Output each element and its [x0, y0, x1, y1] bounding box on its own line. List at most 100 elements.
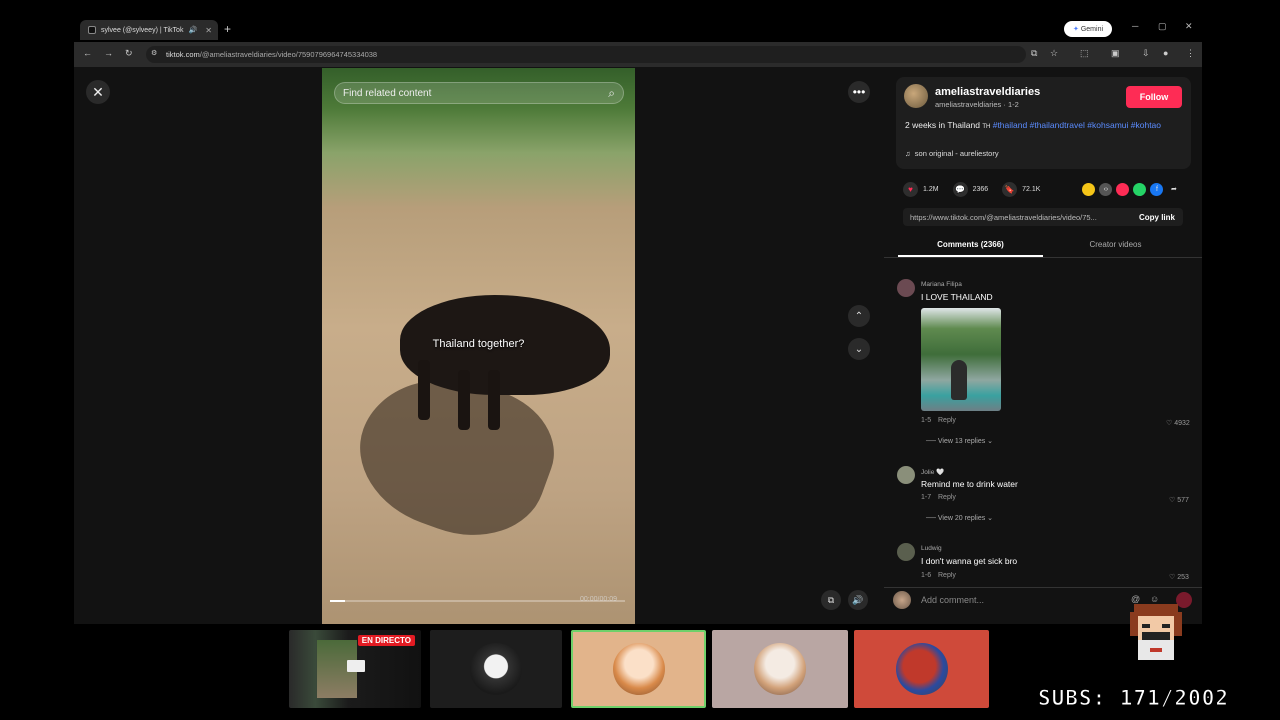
url-domain: tiktok.com	[166, 50, 200, 59]
minimize-icon[interactable]: ─	[1132, 21, 1138, 31]
speaker-icon[interactable]: 🔊	[188, 26, 197, 34]
close-tab-icon[interactable]: ✕	[205, 26, 212, 35]
thumbnail-avatar	[754, 643, 806, 695]
reload-icon[interactable]: ↻	[125, 48, 133, 59]
hashtag[interactable]: #kohsamui	[1087, 120, 1128, 130]
new-tab-button[interactable]: +	[224, 22, 231, 36]
video-subject-leg	[458, 370, 470, 430]
stream-thumbnail	[854, 630, 989, 708]
video-caption: Thailand together?	[432, 338, 525, 350]
comment-avatar[interactable]	[897, 279, 915, 297]
view-replies-label: View 13 replies	[937, 438, 986, 445]
install-app-icon[interactable]: ⧉	[1031, 48, 1037, 59]
share-icons: ‹› f ➦	[1082, 182, 1180, 196]
close-window-icon[interactable]: ✕	[1185, 21, 1193, 32]
chevron-down-icon: ⌄	[987, 515, 994, 522]
hashtag[interactable]: #kohtao	[1131, 120, 1161, 130]
video-timecode: 00:00/00:09	[580, 596, 617, 603]
save-stat[interactable]: 🔖 72.1K	[1002, 181, 1041, 197]
extensions-icon[interactable]: ⬚	[1080, 48, 1089, 59]
comment-stat[interactable]: 💬 2366	[952, 181, 988, 197]
comment-author[interactable]: Jolie 🤍	[921, 468, 944, 476]
comment-clip: 1-6 Reply ♡ 253	[884, 572, 1202, 587]
reply-button[interactable]: Reply	[938, 417, 956, 424]
comment-icon[interactable]: 💬	[952, 181, 968, 197]
gemini-label: Gemini	[1080, 25, 1104, 33]
music-link[interactable]: ♫ son original - aureliestory	[905, 149, 999, 158]
sidebar-icon[interactable]: ▣	[1111, 48, 1120, 59]
comment-like-count: 577	[1177, 497, 1189, 504]
comment-like[interactable]: ♡ 577	[1169, 496, 1189, 504]
comment-author[interactable]: Mariana Filipa	[921, 281, 962, 288]
comment-author[interactable]: Ludwig	[921, 545, 942, 552]
video-link-box[interactable]: https://www.tiktok.com/@ameliastraveldia…	[903, 208, 1183, 226]
search-placeholder: Find related content	[343, 87, 432, 99]
copy-link-button[interactable]: Copy link	[1139, 213, 1175, 222]
profile-avatar-icon[interactable]: ●	[1163, 48, 1168, 58]
back-arrow-icon[interactable]: ←	[83, 48, 92, 58]
browser-tab-bar	[74, 18, 1202, 42]
heart-icon[interactable]: ♥	[903, 181, 918, 197]
url-bar[interactable]: tiktok.com/@ameliastraveldiaries/video/7…	[146, 46, 1026, 63]
download-icon[interactable]: ⇩	[1142, 48, 1150, 59]
view-replies-button[interactable]: ── View 20 replies ⌄	[926, 514, 993, 522]
search-icon[interactable]: ⌕	[608, 86, 615, 101]
video-search-bar[interactable]: Find related content ⌕	[334, 82, 624, 104]
video-subject-leg	[488, 370, 500, 430]
reply-button[interactable]: Reply	[938, 494, 956, 501]
whatsapp-share-icon[interactable]	[1133, 182, 1147, 196]
forward-arrow-icon[interactable]: →	[104, 48, 113, 58]
author-username[interactable]: ameliastraveldiaries	[935, 86, 1040, 98]
site-info-icon[interactable]: ⚙	[151, 49, 157, 57]
next-video-icon[interactable]: ⌄	[848, 338, 870, 360]
tab-divider	[884, 257, 1202, 258]
stream-thumbnail-active	[571, 630, 706, 708]
bookmark-icon[interactable]: 🔖	[1002, 181, 1018, 197]
heart-outline-icon: ♡	[1169, 497, 1176, 504]
tiktok-favicon-icon	[88, 26, 96, 34]
browser-tab[interactable]: sylvee (@sylveey) | TikTok 🔊 ✕	[80, 20, 218, 40]
facebook-share-icon[interactable]: f	[1150, 182, 1164, 196]
engagement-row: ♥ 1.2M 💬 2366 🔖 72.1K ‹› f ➦	[903, 181, 1180, 197]
view-replies-label: View 20 replies	[937, 515, 986, 522]
like-stat[interactable]: ♥ 1.2M	[903, 181, 939, 197]
volume-icon[interactable]: 🔊	[848, 590, 868, 610]
reply-button[interactable]: Reply	[938, 572, 956, 579]
comment-like[interactable]: ♡ 253	[1169, 573, 1189, 581]
my-avatar	[893, 591, 911, 609]
comment-text: Remind me to drink water	[921, 479, 1018, 489]
follow-button[interactable]: Follow	[1126, 86, 1182, 108]
comment-text: I LOVE THAILAND	[921, 292, 993, 302]
comment-avatar[interactable]	[897, 466, 915, 484]
bookmark-star-icon[interactable]: ☆	[1050, 48, 1058, 59]
live-badge: EN DIRECTO	[357, 635, 415, 646]
coin-share-icon[interactable]	[1082, 182, 1096, 196]
description-text: 2 weeks in Thailand	[905, 120, 983, 130]
embed-share-icon[interactable]: ‹›	[1099, 182, 1113, 196]
close-icon[interactable]: ✕	[86, 80, 110, 104]
maximize-icon[interactable]: ▢	[1158, 21, 1167, 32]
stream-thumbnail	[430, 630, 562, 708]
view-replies-button[interactable]: ── View 13 replies ⌄	[926, 437, 993, 445]
more-options-icon[interactable]: •••	[848, 81, 870, 103]
tab-comments[interactable]: Comments (2366)	[898, 240, 1043, 249]
author-avatar[interactable]	[904, 84, 928, 108]
browser-menu-icon[interactable]: ⋮	[1186, 48, 1195, 59]
tab-creator-videos[interactable]: Creator videos	[1043, 240, 1188, 249]
comment-like-count: 4932	[1174, 420, 1190, 427]
hashtag[interactable]: #thailandtravel	[1030, 120, 1085, 130]
pip-icon[interactable]: ⧉	[821, 590, 841, 610]
video-link: https://www.tiktok.com/@ameliastraveldia…	[910, 212, 1097, 222]
video-description: 2 weeks in Thailand TH #thailand #thaila…	[905, 119, 1185, 133]
comment-like[interactable]: ♡ 4932	[1166, 419, 1190, 427]
comment-input[interactable]: Add comment...	[921, 595, 984, 605]
send-share-icon[interactable]	[1116, 182, 1130, 196]
previous-video-icon[interactable]: ⌃	[848, 305, 870, 327]
save-count: 72.1K	[1022, 185, 1041, 193]
share-arrow-icon[interactable]: ➦	[1167, 183, 1180, 196]
comment-input-divider	[884, 587, 1202, 588]
thumbnail-avatar	[612, 643, 665, 695]
gemini-button[interactable]: ✦ Gemini	[1064, 21, 1112, 37]
hashtag[interactable]: #thailand	[993, 120, 1028, 130]
comment-avatar[interactable]	[897, 543, 915, 561]
